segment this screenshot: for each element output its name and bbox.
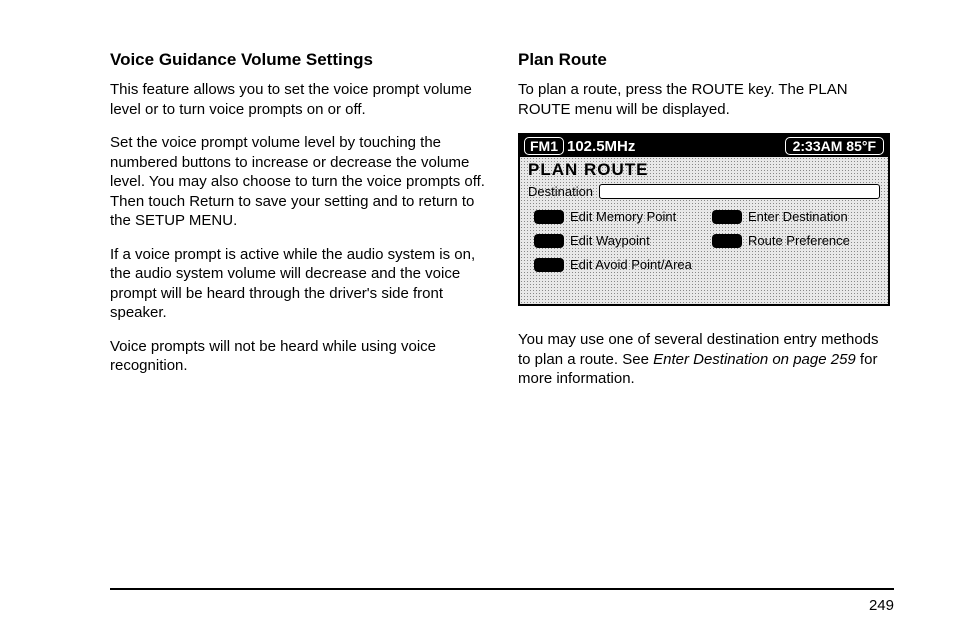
page-number: 249	[869, 597, 894, 614]
plan-route-heading: Plan Route	[518, 50, 894, 70]
screen-title: PLAN ROUTE	[520, 157, 888, 182]
button-label: Edit Waypoint	[570, 233, 650, 248]
enter-destination-button: Enter Destination	[712, 209, 880, 224]
plan-route-para-2: You may use one of several destination e…	[518, 330, 894, 389]
button-icon	[534, 258, 564, 272]
button-label: Enter Destination	[748, 209, 848, 224]
voice-para-1: This feature allows you to set the voice…	[110, 80, 486, 119]
para2-reference: Enter Destination on page 259	[653, 351, 856, 368]
nav-screen-figure: FM1 102.5MHz 2:33AM 85°F PLAN ROUTE Dest…	[518, 133, 890, 306]
radio-band-pill: FM1	[524, 137, 564, 155]
edit-memory-point-button: Edit Memory Point	[534, 209, 702, 224]
plan-route-para-1: To plan a route, press the ROUTE key. Th…	[518, 80, 894, 119]
voice-para-3: If a voice prompt is active while the au…	[110, 245, 486, 323]
route-preference-button: Route Preference	[712, 233, 880, 248]
voice-para-4: Voice prompts will not be heard while us…	[110, 337, 486, 376]
button-icon	[534, 234, 564, 248]
edit-avoid-point-button: Edit Avoid Point/Area	[534, 257, 702, 272]
button-label: Route Preference	[748, 233, 850, 248]
edit-waypoint-button: Edit Waypoint	[534, 233, 702, 248]
voice-guidance-heading: Voice Guidance Volume Settings	[110, 50, 486, 70]
button-label: Edit Memory Point	[570, 209, 676, 224]
footer-rule	[110, 588, 894, 590]
time-temp-pill: 2:33AM 85°F	[785, 137, 884, 155]
destination-label: Destination	[528, 184, 593, 199]
screen-status-bar: FM1 102.5MHz 2:33AM 85°F	[520, 135, 888, 157]
button-icon	[712, 210, 742, 224]
destination-field	[599, 184, 880, 199]
button-icon	[712, 234, 742, 248]
button-label: Edit Avoid Point/Area	[570, 257, 692, 272]
voice-para-2: Set the voice prompt volume level by tou…	[110, 133, 486, 231]
radio-frequency: 102.5MHz	[567, 138, 635, 155]
button-icon	[534, 210, 564, 224]
